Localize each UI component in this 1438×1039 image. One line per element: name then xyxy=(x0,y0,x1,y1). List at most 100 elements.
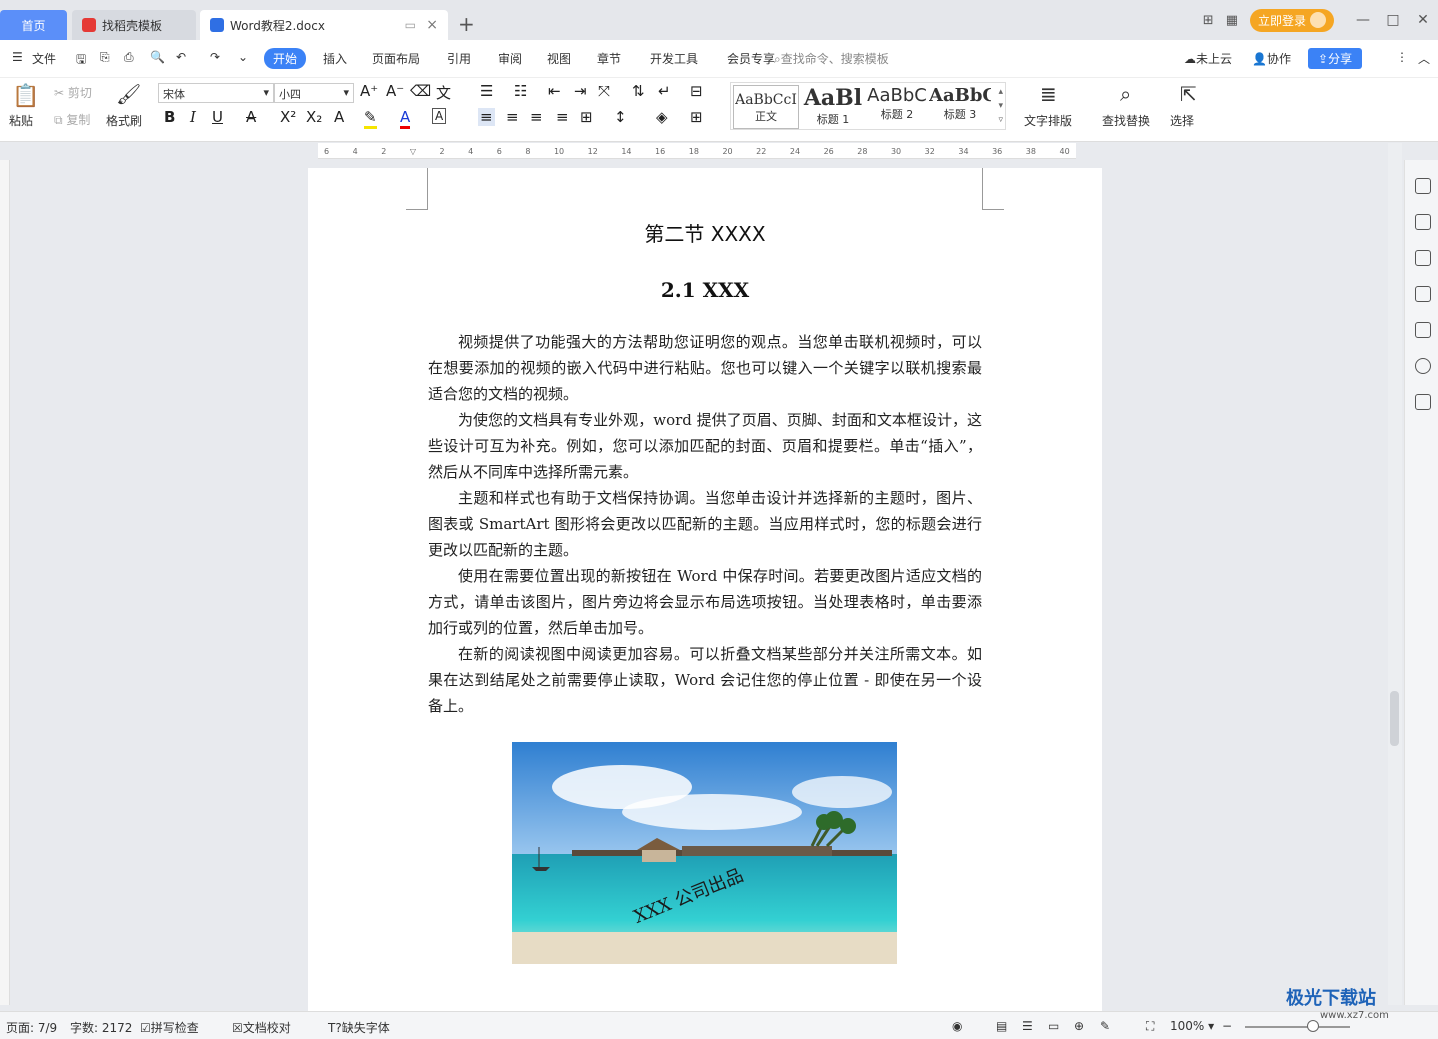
shrink-font-icon[interactable]: A⁻ xyxy=(386,82,404,100)
book-icon[interactable] xyxy=(1415,394,1431,410)
rocket-icon[interactable] xyxy=(1415,178,1431,194)
float-window-icon[interactable]: ▭ xyxy=(405,18,416,32)
redo-icon[interactable]: ↷ xyxy=(210,50,220,64)
grow-font-icon[interactable]: A⁺ xyxy=(360,82,378,100)
settings-sliders-icon[interactable] xyxy=(1415,286,1431,302)
location-icon[interactable] xyxy=(1415,358,1431,374)
fit-page-icon[interactable]: ⛶ xyxy=(1146,1019,1154,1034)
cursor-icon[interactable]: ⇱ xyxy=(1180,82,1197,106)
write-mode-icon[interactable]: ✎ xyxy=(1100,1019,1110,1033)
print-icon[interactable]: ⎙ xyxy=(124,50,134,65)
paragraph[interactable]: 主题和样式也有助于文档保持协调。当您单击设计并选择新的主题时，图片、图表或 Sm… xyxy=(428,485,982,563)
web-view-icon[interactable]: ⊕ xyxy=(1074,1019,1084,1033)
format-painter-button[interactable]: 格式刷 xyxy=(106,112,142,129)
clear-format-icon[interactable]: ⌫ xyxy=(410,82,431,100)
menu-home[interactable]: 开始 xyxy=(264,48,307,69)
paragraph[interactable]: 视频提供了功能强大的方法帮助您证明您的观点。当您单击联机视频时，可以在想要添加的… xyxy=(428,329,982,407)
justify-icon[interactable]: ≡ xyxy=(556,108,569,126)
menu-references[interactable]: 引用 xyxy=(447,50,471,67)
collapse-ribbon-icon[interactable]: ︿ xyxy=(1418,50,1430,67)
cut-button[interactable]: ✂ 剪切 xyxy=(54,84,92,101)
align-left-icon[interactable]: ≡ xyxy=(478,108,495,126)
shading-icon[interactable]: ◈ xyxy=(656,108,668,126)
horizontal-ruler[interactable]: 6 4 2 ▽ 2 4 6 8 10 12 14 16 18 20 22 24 26 28 30 32 34 36 38 40 xyxy=(318,143,1076,159)
collab-button[interactable]: 👤协作 xyxy=(1252,50,1291,67)
share-button[interactable]: ⇪分享 xyxy=(1308,48,1363,69)
grid-apps-icon[interactable]: ▦ xyxy=(1226,13,1238,28)
cloud-status[interactable]: ☁未上云 xyxy=(1184,50,1232,67)
underline-icon[interactable]: U xyxy=(212,108,223,126)
font-size-select[interactable]: 小四 ▾ xyxy=(274,83,354,103)
select-button[interactable]: 选择 xyxy=(1170,112,1194,129)
paragraph[interactable]: 为使您的文档具有专业外观，word 提供了页眉、页脚、封面和文本框设计，这些设计… xyxy=(428,407,982,485)
bullets-icon[interactable]: ☰ xyxy=(480,82,493,100)
tab-template[interactable]: 找稻壳模板 xyxy=(72,10,196,40)
document-body[interactable]: 视频提供了功能强大的方法帮助您证明您的观点。当您单击联机视频时，可以在想要添加的… xyxy=(428,329,982,719)
zoom-slider[interactable] xyxy=(1245,1026,1350,1028)
text-layout-button[interactable]: 文字排版 xyxy=(1024,112,1072,129)
word-count[interactable]: 字数: 2172 xyxy=(70,1019,132,1036)
vertical-ruler[interactable] xyxy=(0,160,10,1005)
proofread-button[interactable]: ☒文档校对 xyxy=(232,1019,291,1036)
menu-file[interactable]: 文件 xyxy=(32,50,56,67)
document-page[interactable]: 第二节 XXXX 2.1 XXX 视频提供了功能强大的方法帮助您证明您的观点。当… xyxy=(308,168,1102,1011)
customize-toolbar-icon[interactable]: ⌄ xyxy=(238,50,248,64)
char-border-icon[interactable]: A xyxy=(432,108,447,124)
heading-3[interactable]: 2.1 XXX xyxy=(308,278,1102,302)
beach-image[interactable]: XXX 公司出品 xyxy=(512,742,897,964)
print-preview-icon[interactable]: 🔍 xyxy=(150,50,165,64)
strikethrough-icon[interactable]: A xyxy=(246,108,256,126)
menu-page-layout[interactable]: 页面布局 xyxy=(372,50,420,67)
read-view-icon[interactable]: ▭ xyxy=(1048,1019,1059,1033)
format-painter-icon[interactable]: 🖌 xyxy=(116,82,141,106)
style-heading2[interactable]: AaBbC 标题 2 xyxy=(865,85,929,122)
style-heading1[interactable]: AaBl 标题 1 xyxy=(801,85,865,127)
chinese-layout-icon[interactable]: ⤧ xyxy=(598,82,610,100)
pen-icon[interactable] xyxy=(1415,214,1431,230)
font-name-select[interactable]: 宋体 ▾ xyxy=(158,83,274,103)
bold-icon[interactable]: B xyxy=(164,108,175,126)
close-window-button[interactable]: ✕ xyxy=(1408,12,1438,28)
minimize-button[interactable]: — xyxy=(1348,12,1378,28)
menu-section[interactable]: 章节 xyxy=(597,50,621,67)
hamburger-icon[interactable]: ☰ xyxy=(12,50,23,64)
increase-indent-icon[interactable]: ⇥ xyxy=(574,82,587,100)
save-icon[interactable]: 🖫 xyxy=(76,50,86,71)
text-layout-icon[interactable]: ≣ xyxy=(1040,82,1057,106)
text-effect-icon[interactable]: A xyxy=(334,108,344,126)
find-icon[interactable]: ⌕ xyxy=(1120,82,1131,106)
page-indicator[interactable]: 页面: 7/9 xyxy=(6,1019,57,1036)
highlight-icon[interactable]: ✎ xyxy=(364,108,377,129)
menu-insert[interactable]: 插入 xyxy=(323,50,347,67)
command-search[interactable]: ⌕查找命令、搜索模板 xyxy=(774,50,889,67)
new-tab-button[interactable]: + xyxy=(458,12,475,36)
close-tab-button[interactable]: × xyxy=(426,17,438,33)
tab-ruler-icon[interactable]: ⊟ xyxy=(690,82,703,100)
menu-member[interactable]: 会员专享 xyxy=(727,50,775,67)
image-tool-icon[interactable] xyxy=(1415,322,1431,338)
scrollbar-thumb[interactable] xyxy=(1390,691,1399,746)
sort-icon[interactable]: ⇅ xyxy=(632,82,645,100)
numbering-icon[interactable]: ☷ xyxy=(514,82,527,100)
login-button[interactable]: 立即登录 xyxy=(1249,8,1334,32)
align-right-icon[interactable]: ≡ xyxy=(530,108,543,126)
font-color-icon[interactable]: A xyxy=(400,108,411,129)
export-pdf-icon[interactable]: ⎘ xyxy=(100,50,110,65)
tab-document[interactable]: Word教程2.docx ▭ × xyxy=(200,10,448,40)
paragraph[interactable]: 在新的阅读视图中阅读更加容易。可以折叠文档某些部分并关注所需文本。如果在达到结尾… xyxy=(428,641,982,719)
paste-icon[interactable]: 📋 xyxy=(12,84,39,109)
borders-icon[interactable]: ⊞ xyxy=(690,108,703,126)
missing-font-button[interactable]: T?缺失字体 xyxy=(328,1019,390,1036)
find-replace-button[interactable]: 查找替换 xyxy=(1102,112,1150,129)
zoom-out-button[interactable]: − xyxy=(1222,1019,1232,1033)
style-normal[interactable]: AaBbCcI 正文 xyxy=(733,85,799,129)
menu-view[interactable]: 视图 xyxy=(547,50,571,67)
menu-review[interactable]: 审阅 xyxy=(498,50,522,67)
subscript-icon[interactable]: X₂ xyxy=(306,108,322,126)
style-heading3[interactable]: AaBbC 标题 3 xyxy=(929,85,991,122)
zoom-slider-knob[interactable] xyxy=(1307,1020,1319,1032)
page-view-icon[interactable]: ▤ xyxy=(996,1019,1007,1033)
show-marks-icon[interactable]: ↵ xyxy=(658,82,671,100)
maximize-button[interactable]: □ xyxy=(1378,12,1408,28)
eye-protect-icon[interactable]: ◉ xyxy=(952,1019,962,1033)
